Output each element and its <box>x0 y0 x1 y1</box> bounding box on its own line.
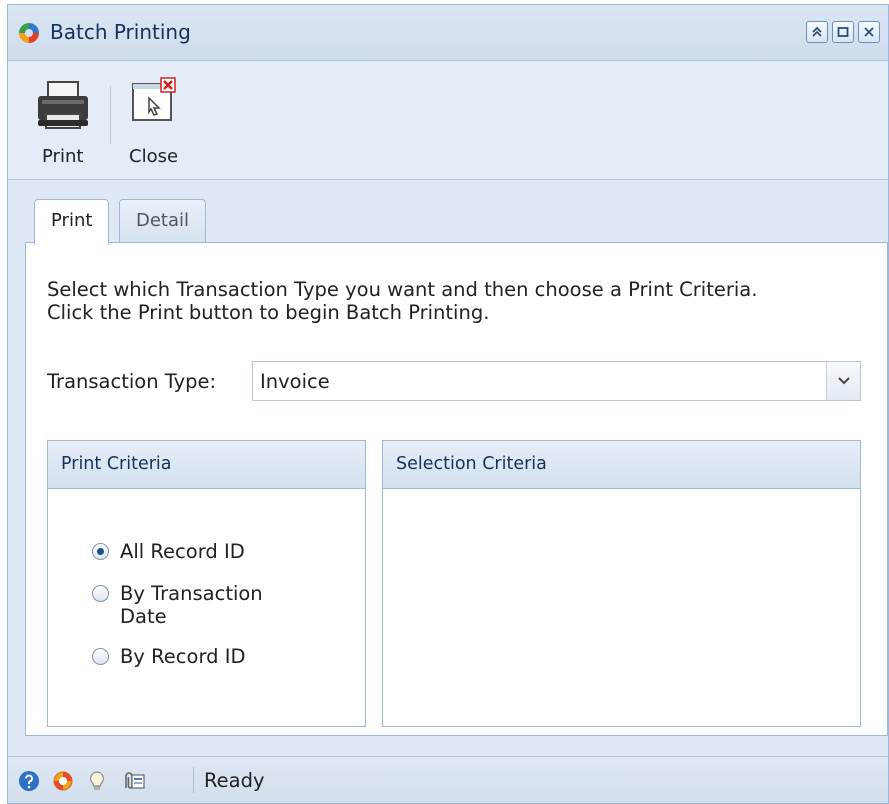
batch-printing-window: Batch Printing Print Close Print Detail … <box>7 4 889 804</box>
radio-by-record-id[interactable]: By Record ID <box>92 645 245 668</box>
radio-button-checked[interactable] <box>92 543 109 560</box>
toolbar-separator <box>110 86 111 144</box>
instruction-line-2: Click the Print button to begin Batch Pr… <box>47 301 490 324</box>
collapse-button[interactable] <box>806 21 828 43</box>
printer-icon <box>38 81 88 129</box>
radio-label: By Record ID <box>120 645 245 668</box>
double-chevron-up-icon <box>812 26 822 37</box>
radio-all-record-id[interactable]: All Record ID <box>92 540 245 563</box>
close-window-button[interactable] <box>858 21 880 43</box>
tab-detail[interactable]: Detail <box>119 199 207 243</box>
radio-by-transaction-date[interactable]: By Transaction Date <box>92 582 263 628</box>
radio-button[interactable] <box>92 585 109 602</box>
transaction-type-combobox[interactable]: Invoice <box>252 361 861 401</box>
radio-label-text-line2: Date <box>120 605 167 628</box>
selection-criteria-panel: Selection Criteria <box>382 440 861 727</box>
radio-label-text: By Record ID <box>120 645 246 668</box>
selection-criteria-header: Selection Criteria <box>383 441 860 489</box>
lifebuoy-icon[interactable] <box>52 770 74 792</box>
print-criteria-header: Print Criteria <box>48 441 365 489</box>
tab-print[interactable]: Print <box>34 199 110 245</box>
print-toolbar-label: Print <box>42 146 84 167</box>
radio-label: By Transaction Date <box>120 582 263 628</box>
tab-panel: Print Detail Select which Transaction Ty… <box>8 181 888 755</box>
transaction-type-label: Transaction Type: <box>47 370 217 393</box>
print-tab-content: Select which Transaction Type you want a… <box>25 242 888 736</box>
maximize-icon <box>837 27 849 37</box>
instruction-line-1: Select which Transaction Type you want a… <box>47 278 758 301</box>
radio-label-text: All Record ID <box>120 540 245 563</box>
title-bar[interactable]: Batch Printing <box>8 5 888 61</box>
toolbar: Print Close <box>8 62 888 180</box>
transaction-type-dropdown-trigger[interactable] <box>826 362 860 400</box>
status-text: Ready <box>204 769 265 792</box>
maximize-button[interactable] <box>832 21 854 43</box>
transaction-type-value[interactable]: Invoice <box>260 370 330 393</box>
attachment-icon[interactable] <box>120 770 146 792</box>
status-separator <box>193 767 194 793</box>
app-logo-icon <box>19 23 39 43</box>
close-toolbar-label: Close <box>129 146 179 167</box>
help-icon[interactable] <box>18 770 40 792</box>
instructions-text: Select which Transaction Type you want a… <box>47 278 867 324</box>
close-toolbar-button[interactable] <box>124 76 184 126</box>
close-form-icon <box>132 77 176 121</box>
print-toolbar-button[interactable] <box>33 76 93 134</box>
close-icon <box>864 27 874 37</box>
chevron-down-icon <box>837 377 850 385</box>
lightbulb-icon[interactable] <box>86 770 108 792</box>
radio-button[interactable] <box>92 648 109 665</box>
radio-label: All Record ID <box>120 540 245 563</box>
radio-label-text: By Transaction <box>120 582 263 605</box>
print-criteria-panel: Print Criteria All Record ID By Transact… <box>47 440 366 727</box>
status-bar: Ready <box>8 756 888 803</box>
window-title: Batch Printing <box>50 20 191 44</box>
